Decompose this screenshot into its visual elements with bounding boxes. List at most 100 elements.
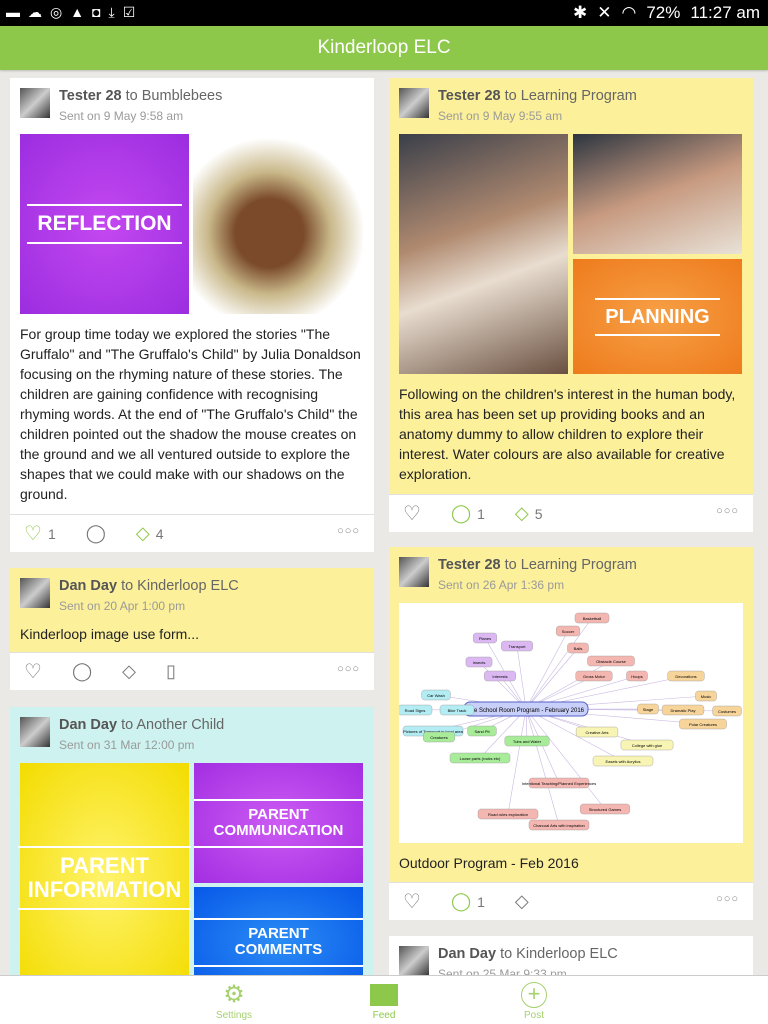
post-card[interactable]: Tester 28 to Bumblebees Sent on 9 May 9:… xyxy=(10,78,374,552)
tag-icon: ◇ xyxy=(514,891,529,911)
comment-button[interactable]: ◯ 1 xyxy=(451,503,485,524)
like-button[interactable]: ♡ xyxy=(24,659,42,684)
bluetooth-icon: ✱ xyxy=(573,3,588,22)
mindmap-node-label: Polar Creatures xyxy=(689,722,717,727)
document-icon: ▯ xyxy=(165,661,176,681)
battery-level: 72% xyxy=(646,3,681,22)
post-text: Outdoor Program - Feb 2016 xyxy=(399,855,579,871)
reflection-image[interactable]: REFLECTION xyxy=(20,134,189,314)
mindmap-node-label: Bike Track xyxy=(448,708,467,713)
mindmap-node-label: Music xyxy=(701,694,711,699)
anatomy-photo[interactable] xyxy=(573,134,742,254)
mindmap-node-label: Balls xyxy=(574,646,583,651)
heart-icon: ♡ xyxy=(24,661,42,683)
nav-feed[interactable]: Feed xyxy=(344,980,424,1021)
notification-icons: ▬ ☁ ◎ ▲ ◘ ⤓ ☑ xyxy=(6,4,136,20)
comment-icon: ◯ xyxy=(85,523,106,543)
heart-icon: ♡ xyxy=(403,891,421,913)
nav-settings[interactable]: ⚙ Settings xyxy=(194,980,274,1021)
mindmap-node-label: Soccer xyxy=(562,629,575,634)
comment-icon: ◯ xyxy=(71,661,93,681)
more-button[interactable]: ○○○ xyxy=(716,893,739,905)
mindmap-node-label: Transport xyxy=(509,644,527,649)
tag-icon: ◇ xyxy=(122,661,136,681)
feed-icon xyxy=(370,984,398,1006)
author: Tester 28 xyxy=(59,88,122,104)
like-button[interactable]: ♡ 1 xyxy=(24,521,56,546)
recipient: to Learning Program xyxy=(504,88,637,104)
author: Tester 28 xyxy=(438,88,501,104)
sent-time: Sent on 26 Apr 1:36 pm xyxy=(438,578,565,592)
mindmap-node-label: Interests xyxy=(492,674,507,679)
more-button[interactable]: ○○○ xyxy=(716,505,739,517)
more-button[interactable]: ○○○ xyxy=(337,525,360,537)
avatar xyxy=(20,717,50,747)
more-button[interactable]: ○○○ xyxy=(337,663,360,675)
mindmap-node-label: Insects xyxy=(473,660,486,665)
mindmap-node-label: Structured Games xyxy=(589,807,621,812)
avatar xyxy=(399,946,429,976)
post-card[interactable]: Dan Day to Kinderloop ELC Sent on 20 Apr… xyxy=(10,568,374,690)
avatar xyxy=(20,88,50,118)
avatar xyxy=(20,578,50,608)
mindmap-node-label: Easels with Acrylics xyxy=(606,759,641,764)
mindmap-node-label: Stage xyxy=(643,707,654,712)
tag-button[interactable]: ◇ xyxy=(122,661,136,682)
mindmap-node-label: Sand Pit xyxy=(474,729,490,734)
mindmap-node-label: Road Signs xyxy=(405,708,426,713)
sent-time: Sent on 20 Apr 1:00 pm xyxy=(59,599,186,613)
tag-button[interactable]: ◇ 5 xyxy=(515,503,543,524)
comment-button[interactable]: ◯ xyxy=(86,523,106,544)
mindmap-node-label: Obstacle Course xyxy=(596,659,627,664)
tag-button[interactable]: ◇ 4 xyxy=(136,523,164,544)
comment-button[interactable]: ◯ xyxy=(72,661,92,682)
comment-button[interactable]: ◯ 1 xyxy=(451,891,485,912)
mindmap-node-label: Costumes xyxy=(718,709,736,714)
recipient: to Learning Program xyxy=(504,557,637,573)
mindmap-link xyxy=(507,708,527,815)
recipient: to Kinderloop ELC xyxy=(121,578,239,594)
anatomy-photo[interactable] xyxy=(399,134,568,374)
mindmap-node-label: Basketball xyxy=(583,616,602,621)
recipient: to Bumblebees xyxy=(125,88,223,104)
avatar xyxy=(399,88,429,118)
post-text: Following on the children's interest in … xyxy=(399,386,736,482)
comment-icon: ◯ xyxy=(450,503,472,523)
author: Tester 28 xyxy=(438,557,501,573)
heart-icon: ♡ xyxy=(24,523,42,545)
comment-icon: ◯ xyxy=(450,891,472,911)
mindmap-node-label: Road rules exploration xyxy=(488,812,528,817)
post-card[interactable]: Dan Day to Another Child Sent on 31 Mar … xyxy=(10,707,374,987)
status-bar: ▬ ☁ ◎ ▲ ◘ ⤓ ☑ ✱ ✕ ◠ 72% 11:27 am xyxy=(0,0,768,26)
mindmap-image[interactable]: Pre School Room Program - February 2016 B… xyxy=(397,603,743,843)
mindmap-node-label: Intentional Teaching/Planned Experiences xyxy=(522,781,596,786)
attachment-button[interactable]: ▯ xyxy=(166,661,176,682)
mute-icon: ✕ xyxy=(597,3,612,22)
post-card[interactable]: Tester 28 to Learning Program Sent on 9 … xyxy=(389,78,753,532)
bottom-nav: ⚙ Settings Feed + Post xyxy=(0,975,768,1024)
post-card[interactable]: Tester 28 to Learning Program Sent on 26… xyxy=(389,547,753,920)
mindmap-node-label: Gross Motor xyxy=(583,674,606,679)
author: Dan Day xyxy=(438,946,497,962)
recipient: to Kinderloop ELC xyxy=(500,946,618,962)
mindmap-node-label: Hoops xyxy=(631,674,643,679)
parent-comments-image[interactable]: PARENT COMMENTS xyxy=(194,887,363,987)
parent-information-image[interactable]: PARENT INFORMATION xyxy=(17,763,192,987)
like-button[interactable]: ♡ xyxy=(403,889,421,914)
mindmap-link xyxy=(525,708,560,826)
mindmap-node-label: Decorations xyxy=(675,674,696,679)
mindmap-node-label: Planes xyxy=(479,636,491,641)
tag-icon: ◇ xyxy=(135,523,150,543)
plus-icon: + xyxy=(521,982,547,1008)
like-button[interactable]: ♡ xyxy=(403,501,421,526)
gruffalo-image[interactable] xyxy=(193,134,363,314)
tag-button[interactable]: ◇ xyxy=(515,891,529,912)
planning-image[interactable]: PLANNING xyxy=(573,259,742,374)
parent-communication-image[interactable]: PARENT COMMUNICATION xyxy=(194,763,363,883)
app-title: Kinderloop ELC xyxy=(0,26,768,70)
author: Dan Day xyxy=(59,578,118,594)
nav-post[interactable]: + Post xyxy=(494,980,574,1021)
mindmap-node-label: Tubs and Water xyxy=(513,739,542,744)
heart-icon: ♡ xyxy=(403,503,421,525)
mindmap-node-label: College with glue xyxy=(632,743,663,748)
